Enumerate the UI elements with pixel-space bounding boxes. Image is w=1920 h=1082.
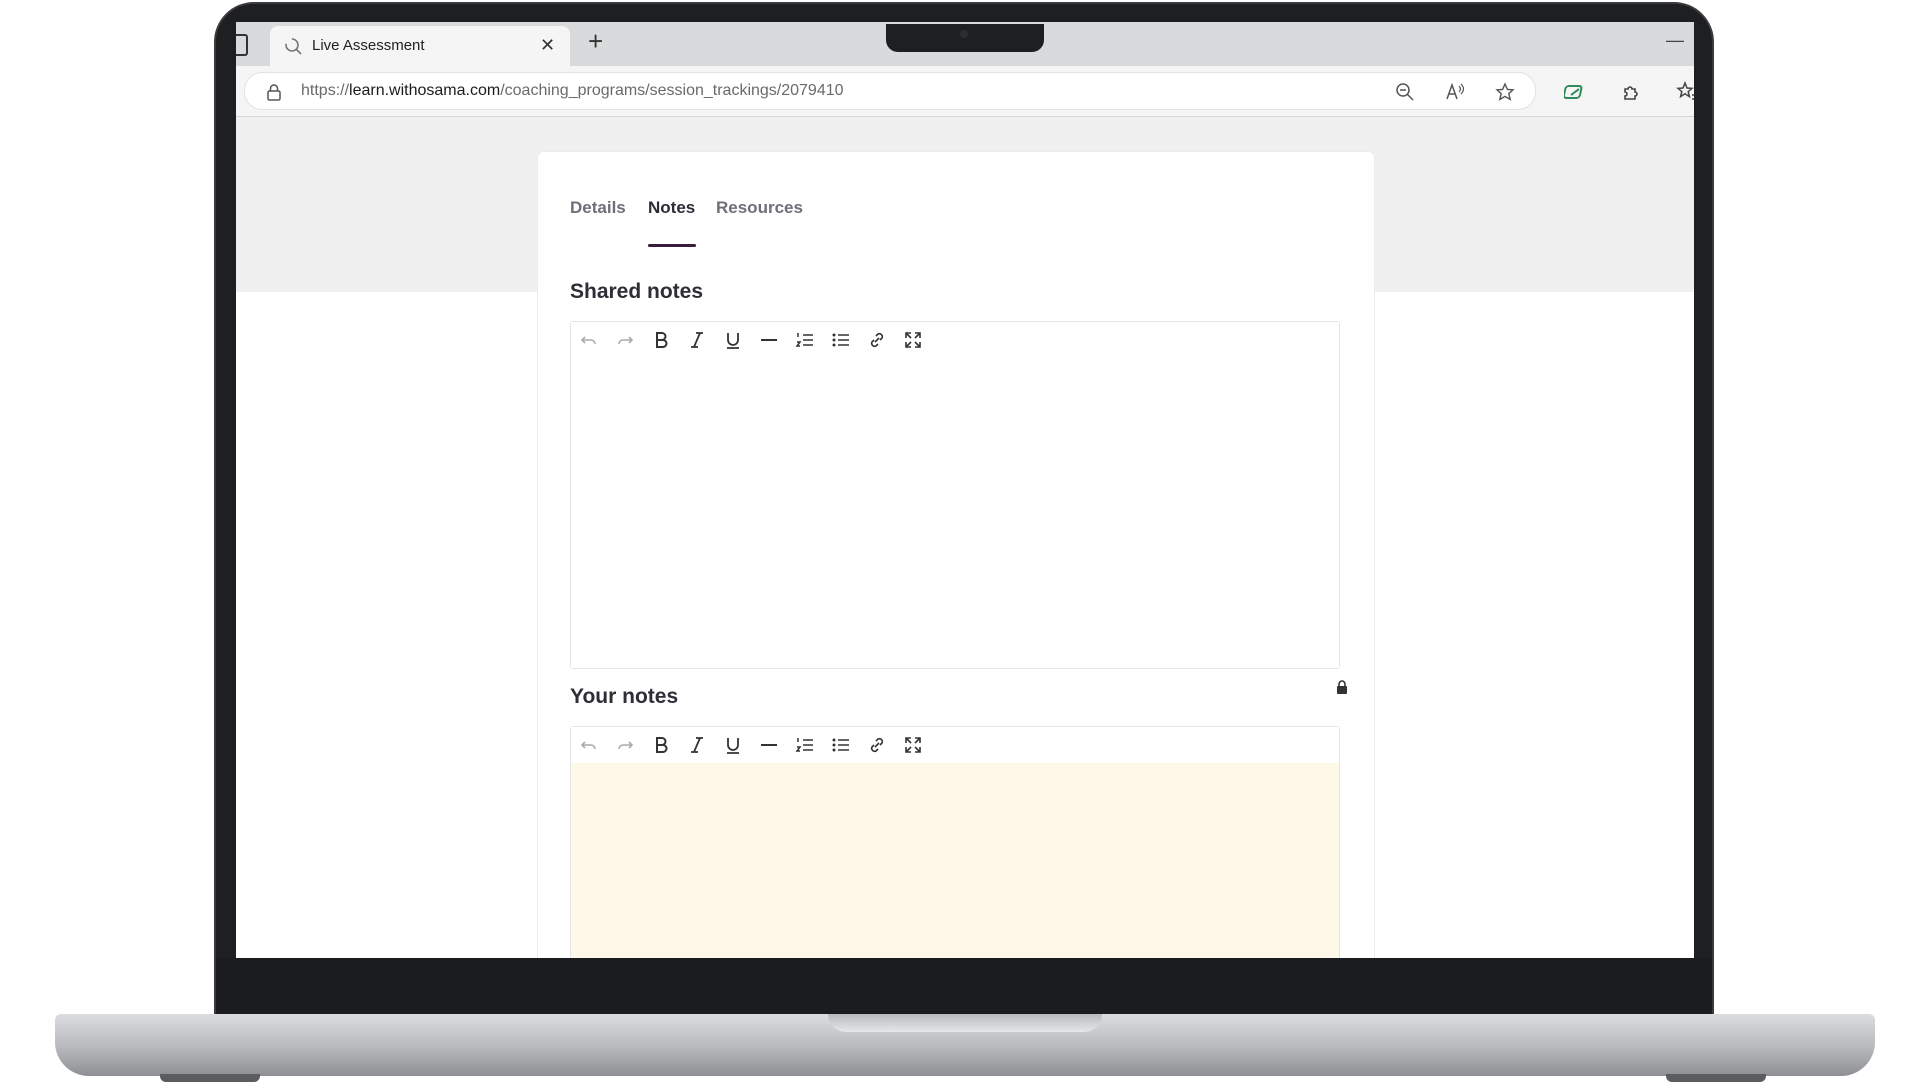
shared-notes-title: Shared notes: [570, 280, 704, 303]
undo-icon[interactable]: [579, 330, 599, 350]
minimize-button[interactable]: —: [1666, 30, 1684, 51]
bullet-list-icon[interactable]: [831, 735, 851, 755]
bold-icon[interactable]: [651, 330, 671, 350]
link-icon[interactable]: [867, 735, 887, 755]
zoom-out-icon[interactable]: [1395, 82, 1415, 102]
underline-icon[interactable]: [723, 735, 743, 755]
bullet-list-icon[interactable]: [831, 330, 851, 350]
address-bar[interactable]: https://learn.withosama.com/coaching_pro…: [244, 72, 1536, 110]
laptop-opening-groove: [828, 1014, 1102, 1032]
address-bar-row: https://learn.withosama.com/coaching_pro…: [236, 66, 1694, 117]
private-lock-icon: [1337, 680, 1347, 694]
tab-notes[interactable]: Notes: [648, 198, 695, 218]
fullscreen-icon[interactable]: [903, 735, 923, 755]
active-tab-indicator: [648, 244, 696, 247]
url-scheme: https://: [301, 82, 350, 99]
lock-icon[interactable]: [265, 83, 283, 101]
fullscreen-icon[interactable]: [903, 330, 923, 350]
tab-resources[interactable]: Resources: [716, 198, 803, 218]
extension-green-icon[interactable]: [1564, 81, 1586, 103]
laptop-foot: [160, 1074, 260, 1082]
shared-notes-toolbar: [571, 322, 1339, 359]
browser-tab[interactable]: Live Assessment ✕: [270, 26, 570, 66]
link-icon[interactable]: [867, 330, 887, 350]
your-notes-title: Your notes: [570, 685, 679, 708]
camera-icon: [960, 30, 968, 38]
new-tab-button[interactable]: +: [588, 26, 603, 57]
extensions-puzzle-icon[interactable]: [1620, 81, 1642, 103]
url-text[interactable]: https://learn.withosama.com/coaching_pro…: [301, 82, 844, 100]
your-notes-editor: [570, 726, 1340, 958]
your-notes-toolbar: [571, 727, 1339, 764]
favorites-bar-icon[interactable]: [1676, 81, 1694, 103]
laptop-foot: [1666, 1074, 1766, 1082]
bold-icon[interactable]: [651, 735, 671, 755]
shared-notes-textarea[interactable]: [571, 358, 1339, 668]
undo-icon[interactable]: [579, 735, 599, 755]
ordered-list-icon[interactable]: [795, 330, 815, 350]
session-card: Details Notes Resources Shared notes You…: [538, 152, 1374, 958]
redo-icon[interactable]: [615, 735, 635, 755]
loading-spinner-icon: [285, 38, 302, 55]
ordered-list-icon[interactable]: [795, 735, 815, 755]
italic-icon[interactable]: [687, 330, 707, 350]
laptop-chin: [216, 958, 1712, 1016]
shared-notes-editor: [570, 321, 1340, 669]
underline-icon[interactable]: [723, 330, 743, 350]
your-notes-textarea[interactable]: [571, 763, 1339, 958]
italic-icon[interactable]: [687, 735, 707, 755]
url-host: learn.withosama.com: [349, 82, 501, 99]
tab-details[interactable]: Details: [570, 198, 626, 218]
favorite-star-icon[interactable]: [1495, 82, 1515, 102]
redo-icon[interactable]: [615, 330, 635, 350]
browser-window: Live Assessment ✕ + — https://learn.with…: [236, 22, 1694, 958]
vertical-tabs-icon[interactable]: [236, 34, 248, 56]
laptop-notch: [886, 24, 1044, 52]
read-aloud-icon[interactable]: [1445, 82, 1465, 102]
close-tab-icon[interactable]: ✕: [540, 35, 555, 56]
horizontal-rule-icon[interactable]: [759, 330, 779, 350]
url-path: /coaching_programs/session_trackings/207…: [500, 82, 844, 99]
horizontal-rule-icon[interactable]: [759, 735, 779, 755]
tab-title: Live Assessment: [312, 37, 425, 54]
